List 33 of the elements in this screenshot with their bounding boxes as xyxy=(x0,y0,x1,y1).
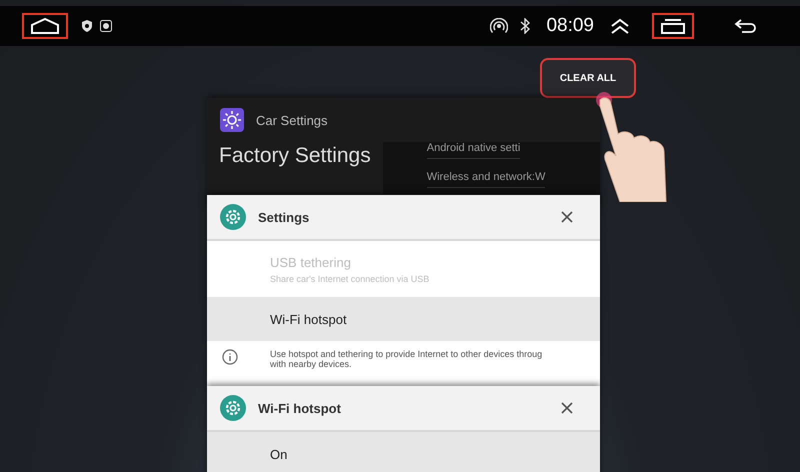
bluetooth-icon xyxy=(520,18,530,34)
setting-title: Wi-Fi hotspot xyxy=(270,312,348,326)
menu-item[interactable]: Wireless and network:W xyxy=(426,171,546,188)
hotspot-icon xyxy=(490,18,508,34)
settings-row[interactable]: Wi-Fi hotspot xyxy=(207,297,600,341)
settings-row[interactable]: On xyxy=(207,432,600,472)
close-icon[interactable] xyxy=(561,211,573,223)
page-heading: Factory Settings xyxy=(218,144,372,169)
sun-gear-icon xyxy=(220,108,244,132)
app-title: Car Settings xyxy=(256,112,328,128)
app-title: Wi-Fi hotspot xyxy=(258,400,342,416)
app-title: Settings xyxy=(258,210,310,224)
info-icon xyxy=(222,349,238,365)
recents-button[interactable] xyxy=(652,13,694,39)
info-text: Use hotspot and tethering to provide Internet to other devices throug xyxy=(270,349,542,359)
double-chevron-up-icon[interactable] xyxy=(610,18,630,34)
gear-icon xyxy=(220,395,246,421)
menu-item[interactable]: Android native setti xyxy=(426,142,520,159)
recents-icon xyxy=(660,18,686,34)
info-text: with nearby devices. xyxy=(270,359,353,369)
setting-title: On xyxy=(270,446,288,462)
setting-subtitle: Share car's Internet connection via USB xyxy=(270,274,430,284)
home-icon xyxy=(30,18,60,34)
home-button[interactable] xyxy=(22,13,68,39)
shield-icon xyxy=(82,20,92,32)
camera-icon xyxy=(100,20,112,32)
back-icon xyxy=(734,18,758,34)
app-card[interactable]: Wi-Fi hotspot On xyxy=(207,386,600,472)
clock-time: 08:09 xyxy=(546,15,594,37)
close-icon[interactable] xyxy=(561,402,573,414)
setting-title: USB tethering xyxy=(270,254,352,270)
clear-all-button[interactable]: CLEAR ALL xyxy=(540,58,636,98)
gear-icon xyxy=(220,204,246,230)
